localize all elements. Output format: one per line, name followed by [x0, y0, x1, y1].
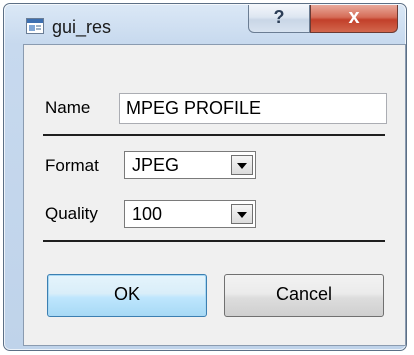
help-button[interactable]: ? — [248, 5, 310, 33]
dialog-body: Name MPEG PROFILE Format JPEG Quality 10… — [23, 44, 406, 346]
divider-top — [43, 134, 385, 136]
close-icon: x — [348, 6, 360, 28]
quality-label: Quality — [45, 204, 98, 223]
window-title: gui_res — [52, 17, 112, 37]
app-window-icon — [26, 18, 44, 34]
close-button[interactable]: x — [310, 5, 398, 33]
quality-select[interactable]: 100 — [124, 200, 256, 228]
name-field[interactable]: MPEG PROFILE — [119, 93, 387, 124]
help-icon: ? — [273, 7, 285, 27]
title-bar[interactable]: gui_res ? x — [4, 4, 406, 40]
ok-button[interactable]: OK — [47, 274, 207, 317]
chevron-down-icon[interactable] — [231, 204, 253, 224]
dialog-window: gui_res ? x Name MPEG PROFILE Format JPE… — [3, 3, 407, 351]
quality-value: 100 — [132, 204, 163, 224]
name-label: Name — [45, 98, 91, 117]
format-value: JPEG — [132, 155, 180, 175]
chevron-down-icon[interactable] — [231, 155, 253, 175]
format-select[interactable]: JPEG — [124, 151, 256, 179]
cancel-button[interactable]: Cancel — [224, 274, 384, 317]
divider-bottom — [43, 240, 385, 242]
format-label: Format — [45, 156, 99, 175]
